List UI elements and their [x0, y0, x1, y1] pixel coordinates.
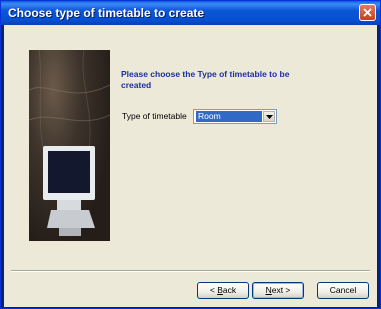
button-separator — [11, 270, 370, 272]
cancel-label: Cancel — [329, 285, 357, 295]
next-rest: ext > — [271, 285, 291, 295]
dropdown-button[interactable] — [263, 111, 275, 122]
dialog-body: Please choose the Type of timetable to b… — [4, 25, 377, 307]
timetable-type-select[interactable]: Room — [193, 109, 277, 124]
timetable-type-label: Type of timetable — [122, 111, 187, 121]
select-value: Room — [196, 111, 262, 122]
close-icon — [363, 8, 372, 17]
monitor-illustration — [29, 50, 110, 236]
close-button[interactable] — [359, 4, 376, 21]
instruction-text: Please choose the Type of timetable to b… — [121, 69, 290, 90]
back-button[interactable]: < Back — [197, 282, 249, 299]
wizard-image — [29, 50, 110, 241]
chevron-down-icon — [266, 115, 273, 119]
next-button[interactable]: Next > — [252, 282, 304, 299]
window-title: Choose type of timetable to create — [8, 6, 205, 20]
dialog-window: Choose type of timetable to create Pleas… — [0, 0, 381, 309]
back-rest: ack — [222, 285, 237, 295]
title-bar[interactable]: Choose type of timetable to create — [1, 1, 380, 25]
cancel-button[interactable]: Cancel — [317, 282, 369, 299]
